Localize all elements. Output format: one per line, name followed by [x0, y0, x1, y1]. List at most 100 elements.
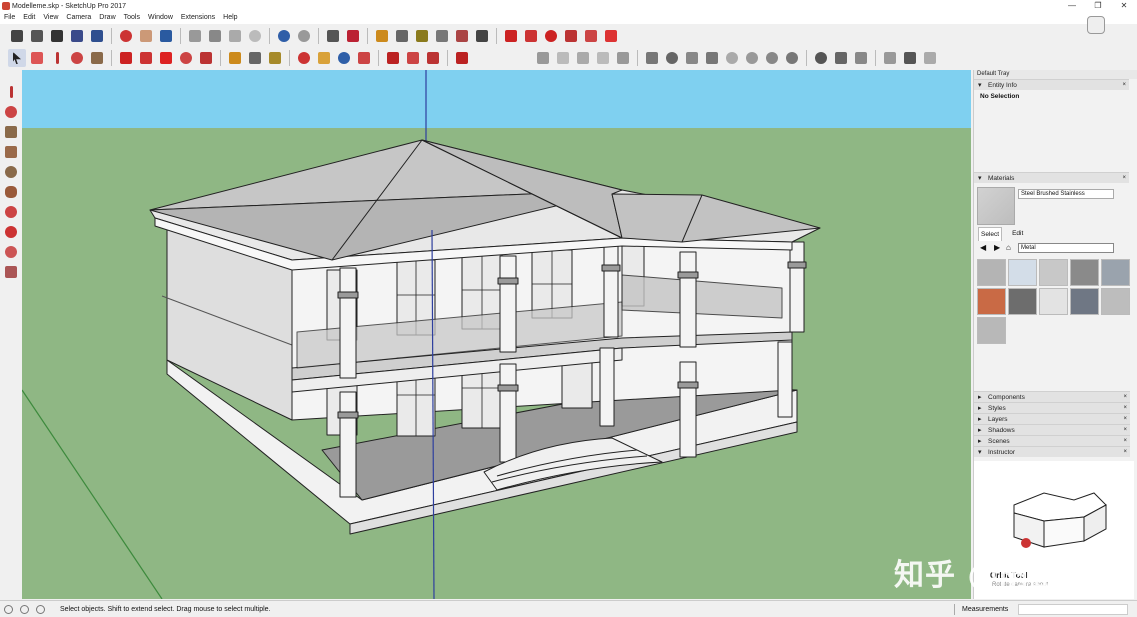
warehouse-icon[interactable]	[117, 27, 135, 45]
close-icon[interactable]: ×	[1123, 447, 1127, 458]
back-edges-icon[interactable]	[663, 49, 681, 67]
move-icon[interactable]	[502, 27, 520, 45]
display-section-icon[interactable]	[901, 49, 919, 67]
sun-icon[interactable]	[783, 49, 801, 67]
material-swatch[interactable]	[1008, 259, 1037, 286]
paint-bucket-icon[interactable]	[266, 49, 284, 67]
material-swatch[interactable]	[1101, 288, 1130, 315]
rotate-tool-icon[interactable]	[157, 49, 175, 67]
material-swatch[interactable]	[977, 317, 1006, 344]
layout-icon[interactable]	[852, 49, 870, 67]
material-swatch[interactable]	[1008, 288, 1037, 315]
maximize-button[interactable]: ❐	[1085, 0, 1111, 12]
paste-icon[interactable]	[226, 27, 244, 45]
undo-icon[interactable]	[275, 27, 293, 45]
user-icon[interactable]	[36, 605, 45, 614]
rotate-icon[interactable]	[542, 27, 560, 45]
geo-location-icon[interactable]	[4, 605, 13, 614]
material-swatch[interactable]	[1070, 259, 1099, 286]
shaded-textures-icon[interactable]	[743, 49, 761, 67]
section-plane-icon[interactable]	[881, 49, 899, 67]
extension-warehouse-icon[interactable]	[453, 49, 471, 67]
offset-icon[interactable]	[602, 27, 620, 45]
follow-me-icon[interactable]	[562, 27, 580, 45]
axes-icon[interactable]	[453, 27, 471, 45]
panel-instructor[interactable]: Instructor ×	[974, 446, 1130, 458]
model-viewport[interactable]	[22, 70, 971, 599]
arc-tool-icon[interactable]	[3, 204, 19, 220]
panel-styles[interactable]: Styles×	[974, 402, 1130, 414]
redo-icon[interactable]	[295, 27, 313, 45]
menu-edit[interactable]: Edit	[23, 12, 35, 24]
pan-icon[interactable]	[315, 49, 333, 67]
select-icon[interactable]	[8, 49, 26, 67]
material-swatch[interactable]	[1070, 288, 1099, 315]
menu-camera[interactable]: Camera	[66, 12, 91, 24]
polygon-icon[interactable]	[3, 184, 19, 200]
menu-view[interactable]: View	[43, 12, 58, 24]
material-library-select[interactable]: Metal	[1018, 243, 1114, 253]
forward-icon[interactable]: ▶	[994, 243, 1000, 252]
open-icon[interactable]	[28, 27, 46, 45]
top-view-icon[interactable]	[554, 49, 572, 67]
tab-edit[interactable]: Edit	[1010, 227, 1025, 241]
push-pull-icon[interactable]	[522, 27, 540, 45]
material-swatch[interactable]	[1101, 259, 1130, 286]
material-name-field[interactable]: Steel Brushed Stainless	[1018, 189, 1114, 199]
save-icon[interactable]	[48, 27, 66, 45]
tab-select[interactable]: Select	[978, 227, 1003, 241]
freehand-icon[interactable]	[3, 104, 19, 120]
monochrome-icon[interactable]	[763, 49, 781, 67]
materials-header[interactable]: Materials ×	[974, 172, 1129, 184]
shaded-icon[interactable]	[723, 49, 741, 67]
new-icon[interactable]	[8, 27, 26, 45]
push-pull-tool-icon[interactable]	[137, 49, 155, 67]
open-file-icon[interactable]	[137, 27, 155, 45]
panel-shadows[interactable]: Shadows×	[974, 424, 1130, 436]
zoom-extents-icon[interactable]	[355, 49, 373, 67]
two-point-arc-icon[interactable]	[3, 224, 19, 240]
xray-icon[interactable]	[643, 49, 661, 67]
save-file-icon[interactable]	[157, 27, 175, 45]
menu-file[interactable]: File	[4, 12, 15, 24]
copy-icon[interactable]	[206, 27, 224, 45]
cut-icon[interactable]	[186, 27, 204, 45]
follow-me-tool-icon[interactable]	[177, 49, 195, 67]
back-view-icon[interactable]	[614, 49, 632, 67]
iso-view-icon[interactable]	[534, 49, 552, 67]
front-view-icon[interactable]	[574, 49, 592, 67]
print-preview-icon[interactable]	[324, 27, 342, 45]
dimension-icon[interactable]	[393, 27, 411, 45]
protractor-icon[interactable]	[413, 27, 431, 45]
solid-tools-icon[interactable]	[812, 49, 830, 67]
panel-scenes[interactable]: Scenes×	[974, 435, 1130, 447]
entity-info-header[interactable]: Entity Info ×	[974, 79, 1129, 91]
material-swatch[interactable]	[977, 259, 1006, 286]
components-icon[interactable]	[424, 49, 442, 67]
rotated-rect-icon[interactable]	[3, 144, 19, 160]
print-icon[interactable]	[68, 27, 86, 45]
eraser-icon[interactable]	[28, 49, 46, 67]
share-model-icon[interactable]	[404, 49, 422, 67]
line-icon[interactable]	[48, 49, 66, 67]
tape-tool-icon[interactable]	[226, 49, 244, 67]
arc-icon[interactable]	[68, 49, 86, 67]
scale-tool-icon[interactable]	[197, 49, 215, 67]
account-icon[interactable]	[1087, 16, 1105, 34]
model-info-2-icon[interactable]	[344, 27, 362, 45]
zoom-icon[interactable]	[335, 49, 353, 67]
move-tool-icon[interactable]	[117, 49, 135, 67]
material-swatch[interactable]	[1039, 259, 1068, 286]
scale-icon[interactable]	[582, 27, 600, 45]
wireframe-icon[interactable]	[683, 49, 701, 67]
material-swatch-preview[interactable]	[977, 187, 1015, 225]
menu-help[interactable]: Help	[223, 12, 237, 24]
rectangle-tool-icon[interactable]	[3, 124, 19, 140]
model-canvas[interactable]	[22, 70, 971, 599]
menu-extensions[interactable]: Extensions	[181, 12, 215, 24]
menu-tools[interactable]: Tools	[124, 12, 140, 24]
teapot-icon[interactable]	[832, 49, 850, 67]
panel-components[interactable]: Components×	[974, 391, 1130, 403]
panel-layers[interactable]: Layers×	[974, 413, 1130, 425]
section-cut-icon[interactable]	[921, 49, 939, 67]
